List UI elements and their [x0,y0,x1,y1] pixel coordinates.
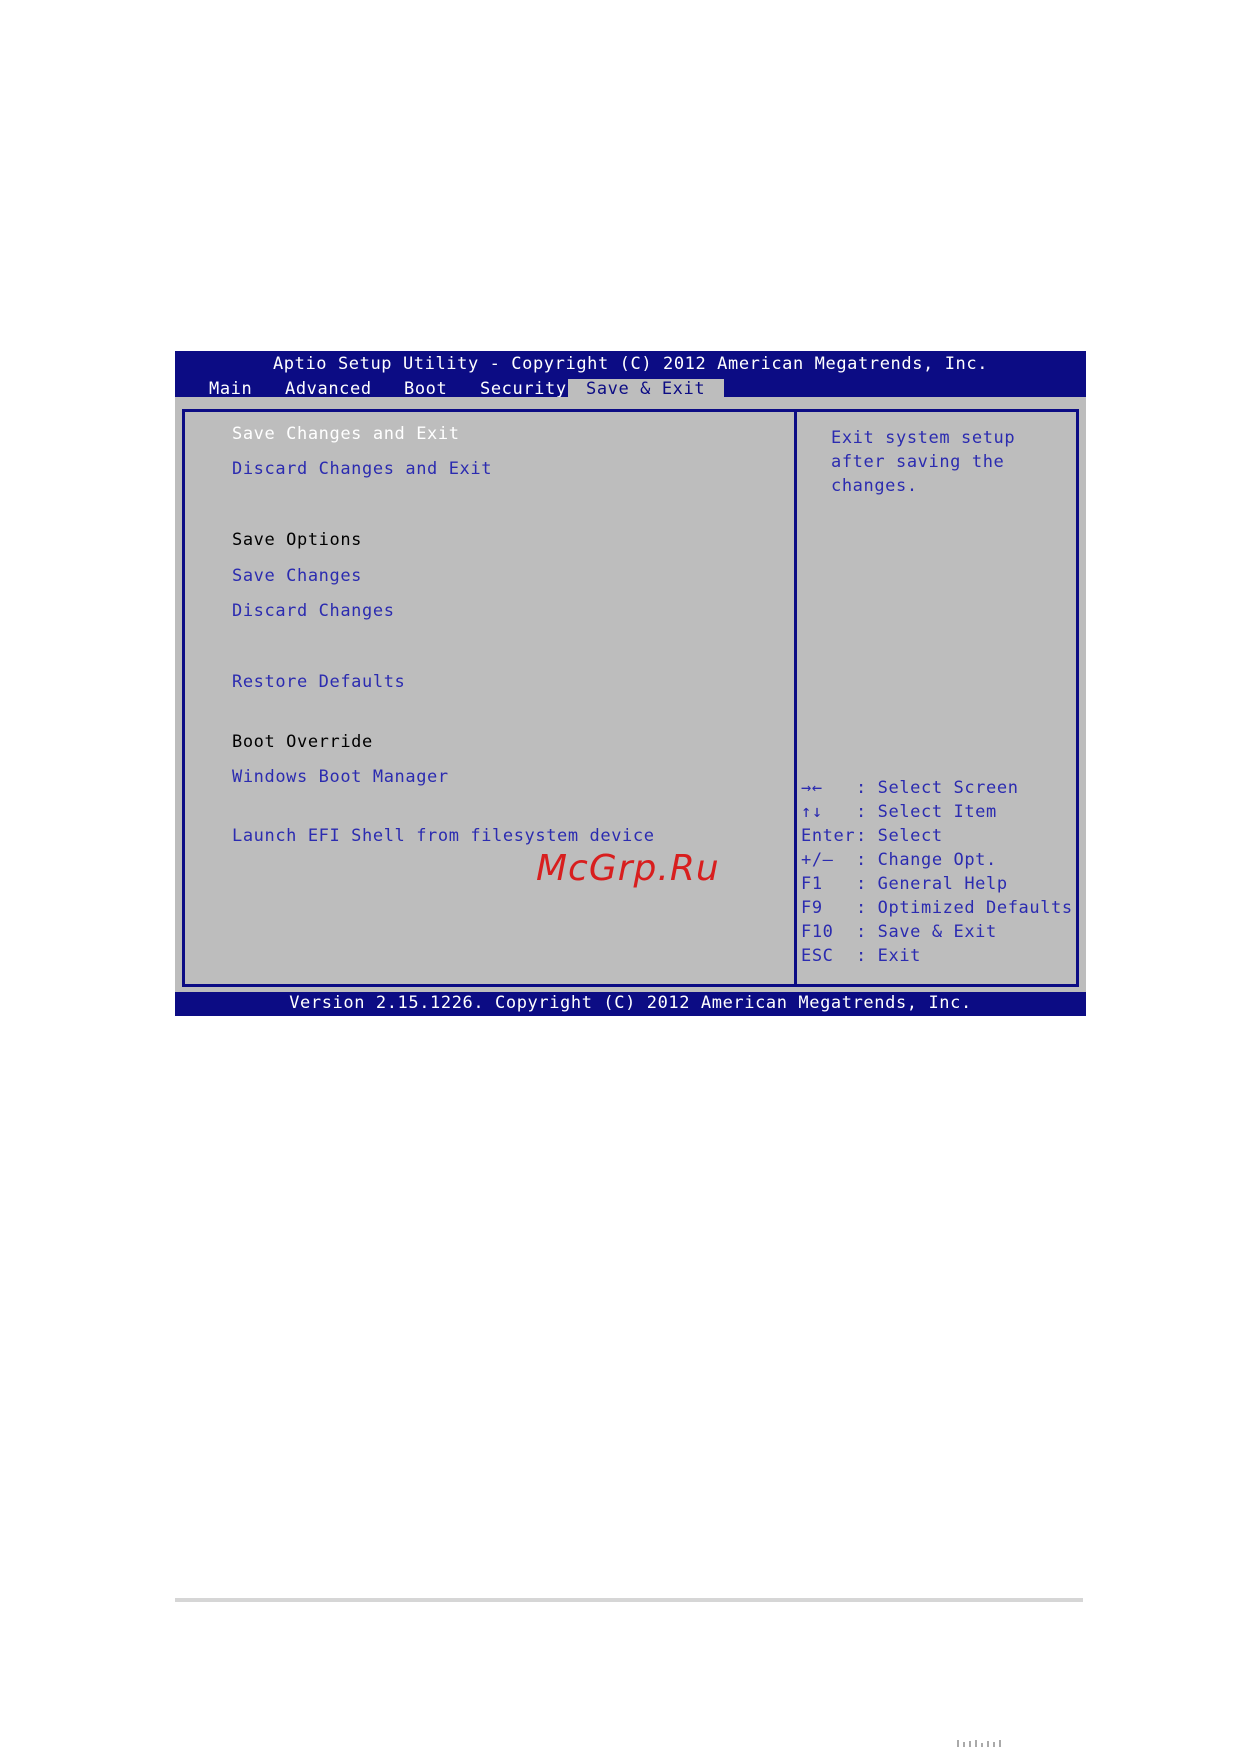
key-legend-desc: : Optimized Defaults [856,898,1073,918]
key-legend-key: F10 [801,922,834,942]
menu-panel: Save Changes and Exit Discard Changes an… [182,409,794,987]
arrows-up-down-icon: ↑↓ [801,802,823,822]
arrows-left-right-icon: →← [801,778,823,798]
footer-bar: Version 2.15.1226. Copyright (C) 2012 Am… [175,992,1086,1016]
title-bar: Aptio Setup Utility - Copyright (C) 2012… [175,351,1086,399]
key-legend-row: F10 : Save & Exit [801,920,1073,944]
key-legend-key: F1 [801,874,823,894]
tab-save-exit[interactable]: Save & Exit [568,379,724,399]
key-legend-row: ESC : Exit [801,944,1073,968]
key-legend-row: +/— : Change Opt. [801,848,1073,872]
footer-text: Version 2.15.1226. Copyright (C) 2012 Am… [289,993,972,1013]
key-legend-key: ESC [801,946,834,966]
key-legend-desc: : Save & Exit [856,922,997,942]
section-header-save-options: Save Options [232,530,363,550]
key-legend: →← : Select Screen ↑↓ : Select Item Enter:… [801,776,1073,968]
menu-item-restore-defaults[interactable]: Restore Defaults [232,672,405,692]
section-header-boot-override: Boot Override [232,732,373,752]
tab-main[interactable]: Main [209,379,252,399]
page-divider [175,1598,1083,1602]
help-text: Exit system setup after saving the chang… [831,428,1016,496]
corner-marks-decoration [957,1740,1001,1747]
key-legend-row: Enter: Select [801,824,1073,848]
key-legend-desc: : Exit [856,946,922,966]
tab-advanced[interactable]: Advanced [285,379,372,399]
key-legend-desc: : Change Opt. [856,850,997,870]
menu-item-save-changes[interactable]: Save Changes [232,566,362,586]
key-legend-key: Enter [801,826,856,846]
key-legend-desc: : Select [856,826,943,846]
bios-setup-screen: Aptio Setup Utility - Copyright (C) 2012… [175,351,1086,1016]
tab-boot[interactable]: Boot [404,379,447,399]
tab-bar: Main Advanced Boot Security Save & Exit [175,379,1086,399]
main-frame: Save Changes and Exit Discard Changes an… [175,397,1086,992]
menu-item-discard-changes[interactable]: Discard Changes [232,601,395,621]
key-legend-row: →← : Select Screen [801,776,1073,800]
menu-item-save-changes-and-exit[interactable]: Save Changes and Exit [232,424,460,444]
key-legend-desc: : Select Item [856,802,997,822]
menu-item-launch-efi-shell[interactable]: Launch EFI Shell from filesystem device [232,826,655,846]
key-legend-desc: : Select Screen [856,778,1019,798]
menu-item-discard-changes-and-exit[interactable]: Discard Changes and Exit [232,459,492,479]
key-legend-row: ↑↓ : Select Item [801,800,1073,824]
key-legend-desc: : General Help [856,874,1008,894]
key-legend-key: +/— [801,850,834,870]
title-text: Aptio Setup Utility - Copyright (C) 2012… [272,354,989,374]
key-legend-row: F9 : Optimized Defaults [801,896,1073,920]
menu-item-windows-boot-manager[interactable]: Windows Boot Manager [232,767,449,787]
key-legend-row: F1 : General Help [801,872,1073,896]
help-panel: Exit system setup after saving the chang… [794,409,1079,987]
tab-security[interactable]: Security [480,379,567,399]
watermark: McGrp.Ru [536,848,720,889]
key-legend-key: F9 [801,898,823,918]
